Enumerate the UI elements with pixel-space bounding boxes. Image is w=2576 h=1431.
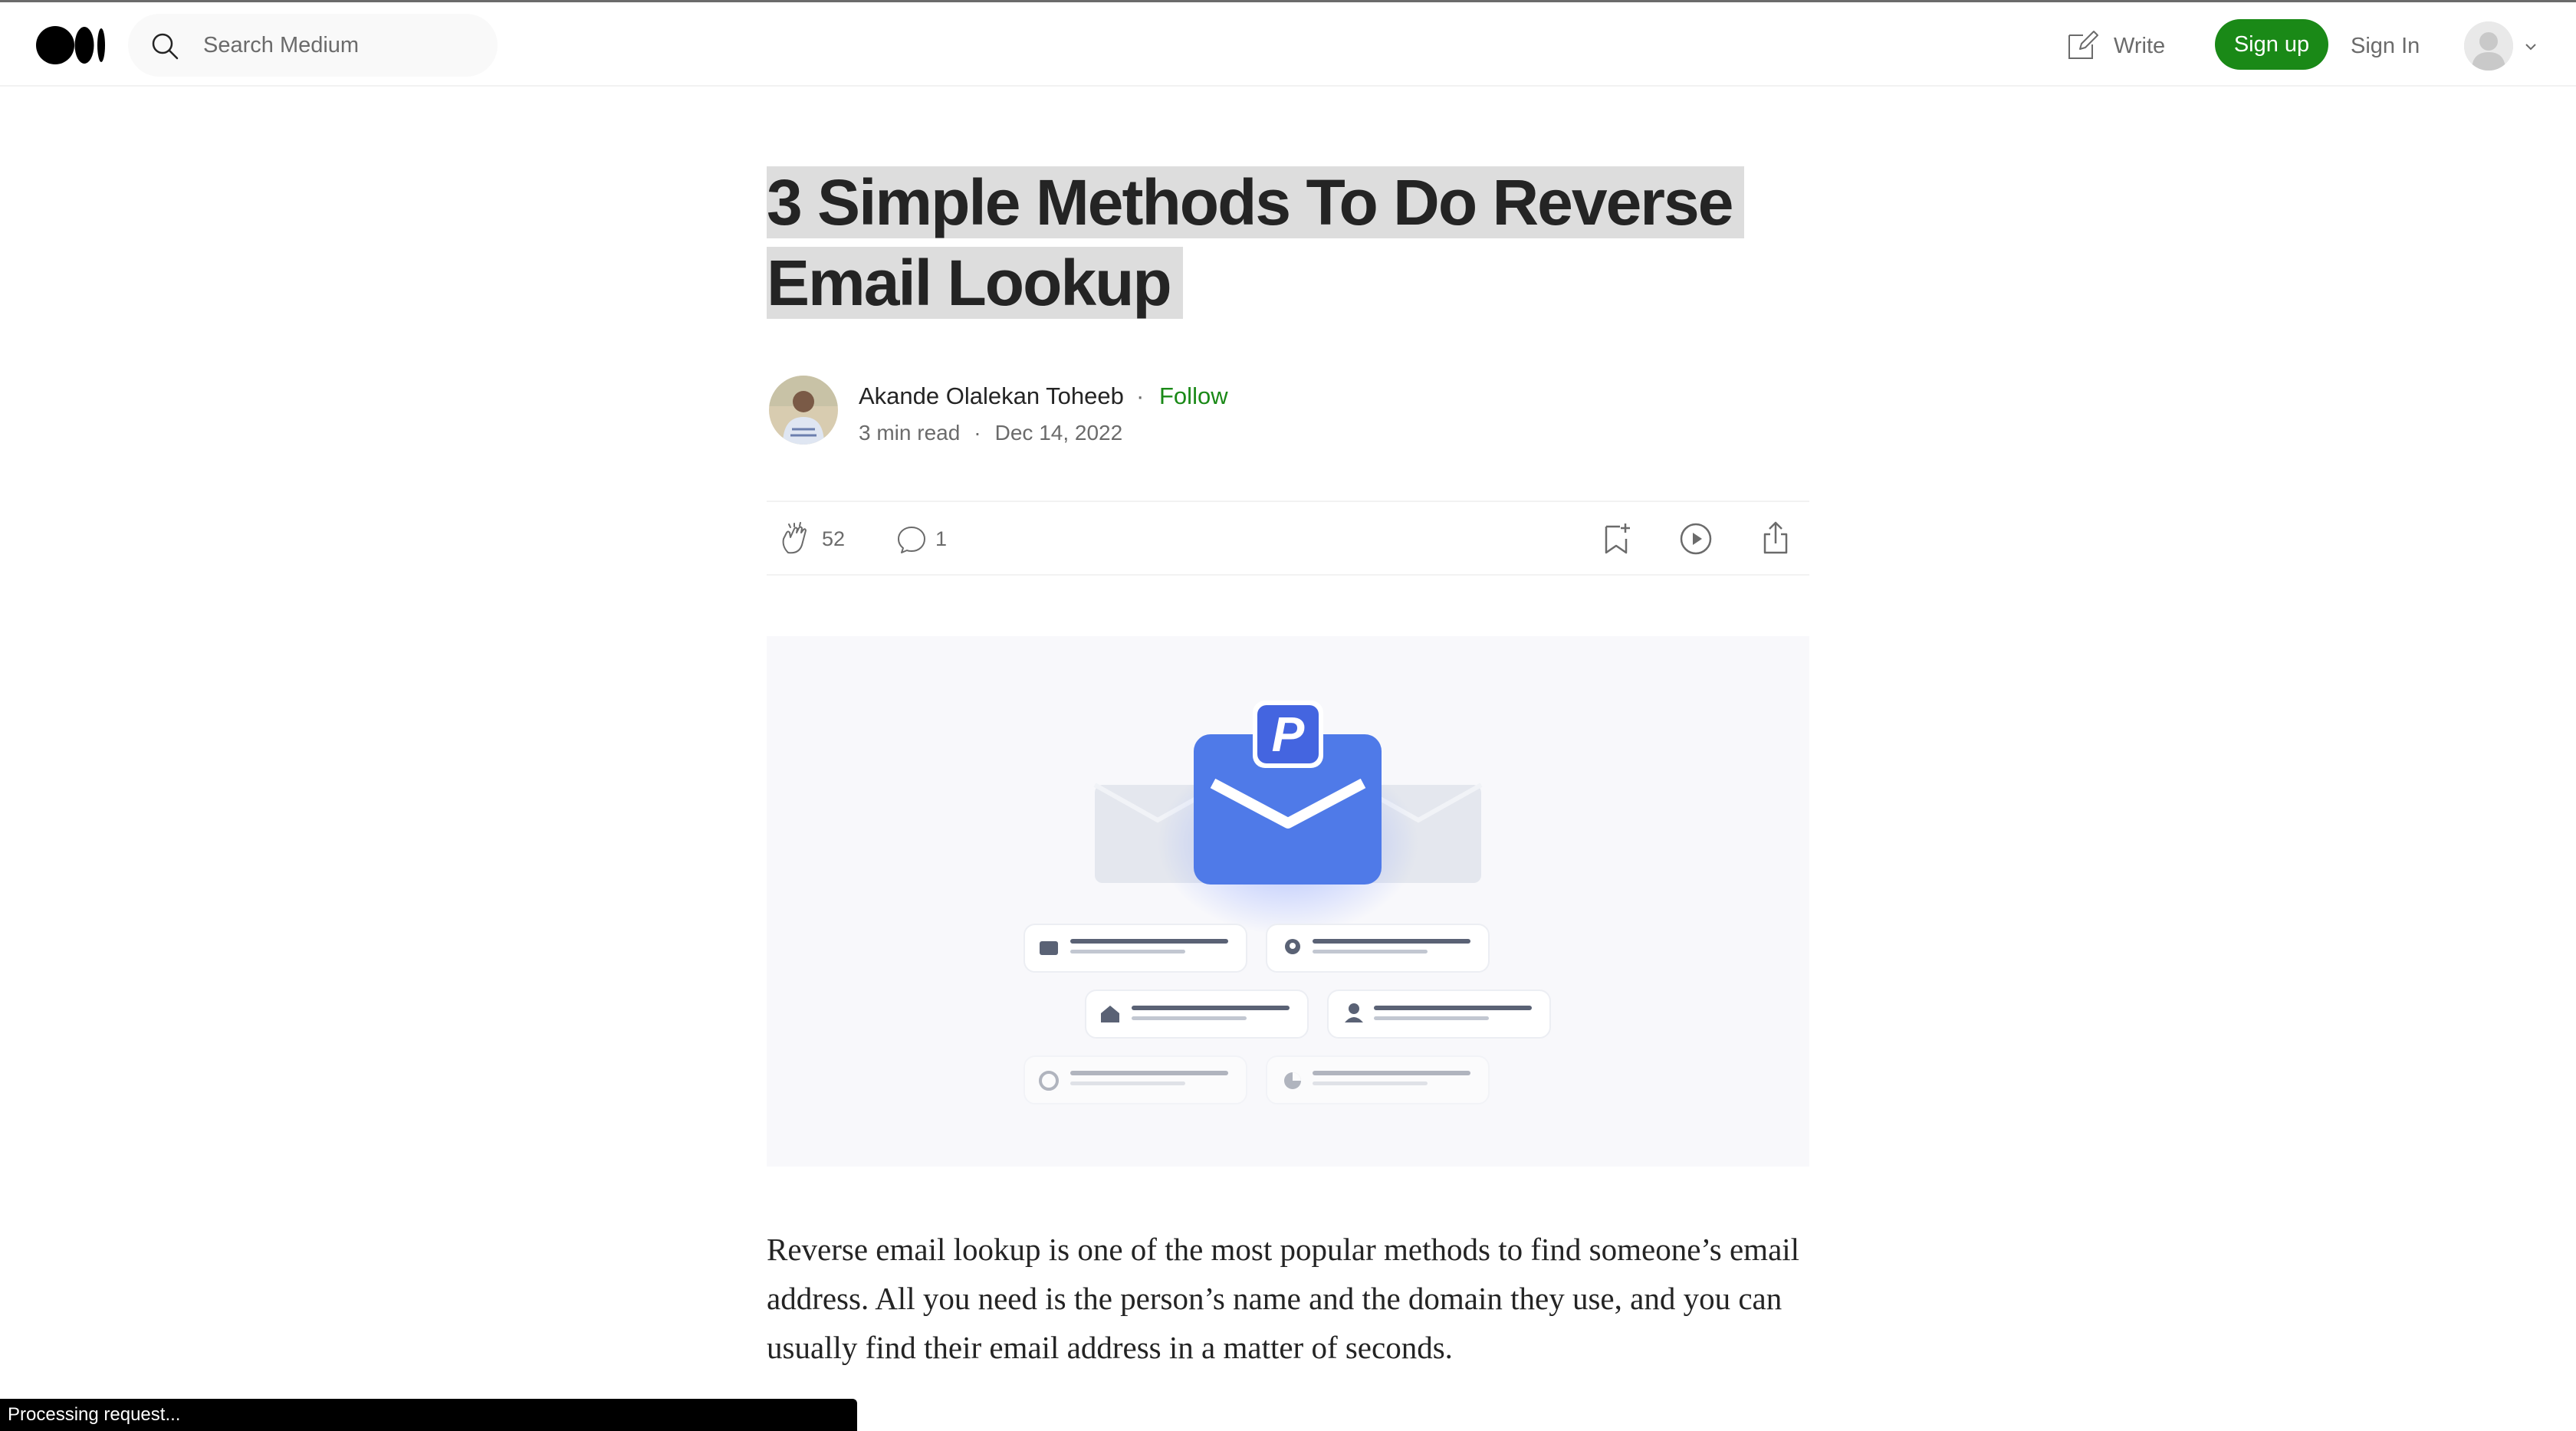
user-avatar-icon bbox=[2464, 21, 2513, 71]
email-lookup-illustration: P bbox=[767, 636, 1809, 1167]
hero-image: P bbox=[767, 636, 1809, 1167]
write-pencil-icon bbox=[2068, 31, 2098, 59]
info-card bbox=[1266, 924, 1490, 973]
info-card bbox=[1085, 990, 1309, 1039]
separator-dot: · bbox=[1136, 382, 1145, 409]
article-meta: 3 min read · Dec 14, 2022 bbox=[859, 419, 1122, 447]
info-card bbox=[1266, 1055, 1490, 1104]
write-button[interactable]: Write bbox=[2065, 27, 2165, 65]
info-card bbox=[1327, 990, 1551, 1039]
top-navigation-bar: Write Sign up Sign In bbox=[0, 2, 2576, 87]
chevron-down-icon bbox=[2525, 44, 2536, 51]
user-menu-button[interactable] bbox=[2464, 21, 2541, 71]
clap-icon[interactable] bbox=[777, 522, 813, 557]
browser-status-bar: Processing request... bbox=[0, 1399, 857, 1431]
info-card bbox=[1024, 1055, 1247, 1104]
share-icon[interactable] bbox=[1759, 520, 1792, 556]
follow-button[interactable]: Follow bbox=[1159, 381, 1228, 412]
play-icon[interactable] bbox=[1679, 522, 1713, 556]
publish-date: Dec 14, 2022 bbox=[994, 421, 1123, 445]
separator-dot: · bbox=[974, 421, 981, 445]
article-title-block: 3 Simple Methods To Do Reverse Email Loo… bbox=[767, 162, 1809, 323]
search-box[interactable] bbox=[128, 14, 498, 77]
responses-count: 1 bbox=[935, 527, 948, 550]
responses-icon[interactable] bbox=[895, 523, 928, 556]
sign-in-link[interactable]: Sign In bbox=[2351, 31, 2420, 61]
bookmark-add-icon[interactable] bbox=[1599, 522, 1633, 556]
svg-text:P: P bbox=[1272, 707, 1305, 762]
article-action-bar: 52 1 bbox=[767, 501, 1809, 576]
write-label: Write bbox=[2114, 33, 2166, 58]
search-input[interactable] bbox=[202, 28, 478, 63]
sign-up-button[interactable]: Sign up bbox=[2215, 19, 2328, 70]
search-icon bbox=[152, 33, 179, 60]
article-paragraph: Reverse email lookup is one of the most … bbox=[767, 1232, 1800, 1365]
clap-count: 52 bbox=[822, 527, 846, 550]
medium-logo-icon[interactable] bbox=[36, 25, 107, 65]
article-title-line-2: Email Lookup bbox=[767, 247, 1183, 319]
read-time: 3 min read bbox=[859, 421, 961, 445]
info-card bbox=[1024, 924, 1247, 973]
article-title-line-1: 3 Simple Methods To Do Reverse bbox=[767, 166, 1745, 238]
author-name-link[interactable]: Akande Olalekan Toheeb bbox=[859, 381, 1124, 412]
article-title: 3 Simple Methods To Do Reverse Email Loo… bbox=[767, 162, 1809, 323]
author-avatar[interactable] bbox=[769, 376, 838, 445]
